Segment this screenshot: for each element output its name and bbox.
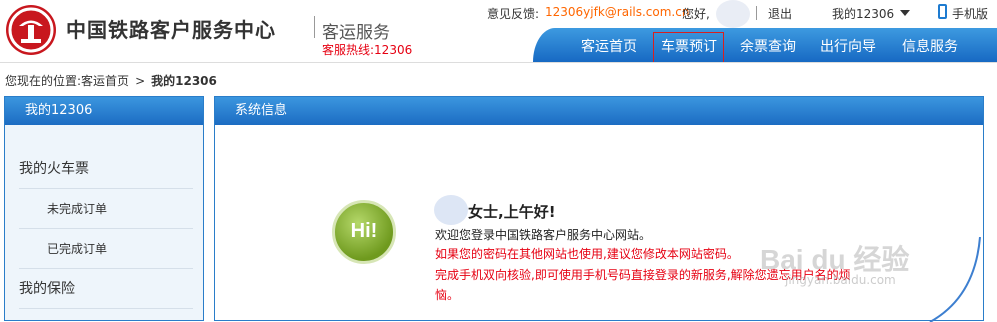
brand-title: 中国铁路客户服务中心 xyxy=(66,18,276,42)
my12306-dropdown[interactable]: 我的12306 xyxy=(832,5,894,21)
breadcrumb-prefix: 您现在的位置: xyxy=(5,74,82,88)
hi-badge-text: Hi! xyxy=(350,220,378,242)
brand-subtitle: 客运服务 xyxy=(322,23,390,43)
breadcrumb: 您现在的位置:客运首页 > 我的12306 xyxy=(5,72,217,89)
logout-link[interactable]: 退出 xyxy=(768,5,792,21)
baidu-watermark-url: jingyan.baidu.com xyxy=(785,273,896,287)
breadcrumb-current: 我的12306 xyxy=(151,74,217,88)
divider xyxy=(756,6,757,20)
nav-item-info-service[interactable]: 信息服务 xyxy=(902,36,958,56)
breadcrumb-home[interactable]: 客运首页 xyxy=(81,74,129,88)
mobile-version-link[interactable]: 手机版 xyxy=(952,5,988,21)
username-blurred xyxy=(716,0,750,28)
nav-active-highlight xyxy=(653,32,724,63)
decorative-curve xyxy=(929,237,981,322)
feedback-label: 意见反馈: xyxy=(487,7,540,21)
password-warning: 如果您的密码在其他网站也使用,建议您修改本网站密码。 xyxy=(435,247,739,261)
site-header: 中国铁路客户服务中心 客运服务 客服热线:12306 意见反馈: 12306yj… xyxy=(0,0,997,62)
brand-divider xyxy=(314,16,315,38)
sidebar: 我的12306 我的火车票 未完成订单 已完成订单 我的保险 xyxy=(4,96,204,321)
welcome-message: 欢迎您登录中国铁路客户服务中心网站。 xyxy=(435,228,652,242)
system-info-panel: 系统信息 Hi! 女士,上午好! 欢迎您登录中国铁路客户服务中心网站。 如果您的… xyxy=(214,96,984,322)
sidebar-item-my-insurance[interactable]: 我的保险 xyxy=(19,269,193,309)
hi-badge-icon: Hi! xyxy=(332,200,396,264)
nav-item-remaining-tickets[interactable]: 余票查询 xyxy=(740,36,796,56)
mobile-phone-icon[interactable] xyxy=(938,4,947,19)
feedback-email-link[interactable]: 12306yjfk@rails.com.cn xyxy=(545,5,689,21)
main-nav: 客运首页 车票预订 余票查询 出行向导 信息服务 xyxy=(533,28,997,62)
sidebar-title: 我的12306 xyxy=(5,97,203,125)
nav-item-home[interactable]: 客运首页 xyxy=(581,36,637,56)
breadcrumb-separator: > xyxy=(135,74,146,88)
panel-title: 系统信息 xyxy=(215,97,983,125)
nav-item-travel-guide[interactable]: 出行向导 xyxy=(820,36,876,56)
chevron-down-icon[interactable] xyxy=(900,10,910,16)
sidebar-item-finished-orders[interactable]: 已完成订单 xyxy=(19,229,193,269)
sidebar-item-unfinished-orders[interactable]: 未完成订单 xyxy=(19,189,193,229)
header-divider xyxy=(0,62,997,63)
greeting-hello: 您好, xyxy=(682,7,710,21)
railway-logo-icon[interactable] xyxy=(6,5,56,55)
greeting-text: 女士,上午好! xyxy=(468,203,556,221)
user-name-blurred xyxy=(434,195,468,225)
phone-verify-notice-cont: 恼。 xyxy=(435,288,460,302)
baidu-watermark: Bai du 经验 xyxy=(760,244,910,275)
sidebar-item-my-tickets[interactable]: 我的火车票 xyxy=(19,149,193,189)
service-hotline: 客服热线:12306 xyxy=(322,43,413,57)
